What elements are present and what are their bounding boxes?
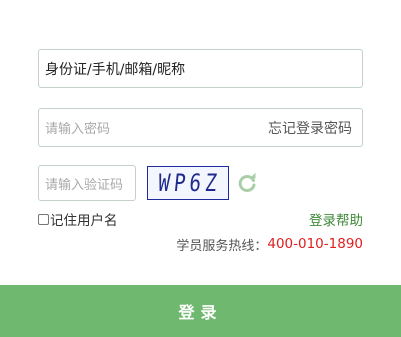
service-hotline: 学员服务热线： 400-010-1890	[176, 235, 363, 254]
captcha-image[interactable]: WP6Z	[147, 166, 229, 200]
login-button[interactable]: 登录	[0, 285, 401, 337]
remember-label: 记住用户名	[50, 213, 118, 229]
remember-checkbox[interactable]	[38, 213, 49, 225]
password-placeholder: 请输入密码	[45, 122, 111, 137]
username-input[interactable]: 身份证/手机/邮箱/昵称	[38, 49, 363, 88]
hotline-number: 400-010-1890	[267, 236, 363, 252]
forgot-password-link[interactable]: 忘记登录密码	[268, 109, 352, 146]
login-help-link[interactable]: 登录帮助	[309, 210, 363, 229]
refresh-icon[interactable]	[236, 172, 258, 194]
password-input[interactable]: 请输入密码 忘记登录密码	[38, 108, 363, 147]
captcha-text: WP6Z	[157, 169, 223, 197]
remember-username[interactable]: 记住用户名	[38, 210, 118, 229]
captcha-input[interactable]: 请输入验证码	[38, 165, 136, 201]
username-value: 身份证/手机/邮箱/昵称	[45, 61, 186, 78]
captcha-placeholder: 请输入验证码	[45, 177, 124, 193]
hotline-label: 学员服务热线：	[176, 238, 268, 254]
